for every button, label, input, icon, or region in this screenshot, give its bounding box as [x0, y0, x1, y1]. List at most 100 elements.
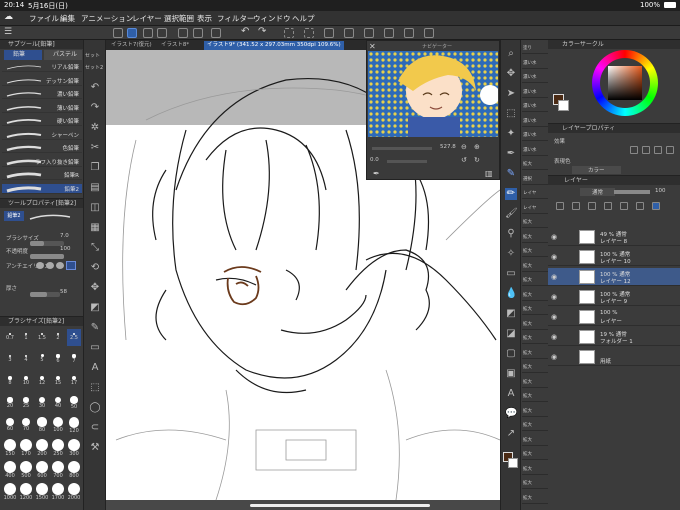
- brush-size-option[interactable]: 200: [35, 439, 49, 457]
- eye-icon[interactable]: ◉: [551, 233, 557, 241]
- brush-size-option[interactable]: 6: [51, 351, 65, 368]
- hamburger-button[interactable]: [113, 28, 123, 38]
- snap-button[interactable]: [424, 28, 434, 38]
- trash-icon[interactable]: ▥: [485, 169, 493, 178]
- eraser-tool-icon[interactable]: ▭: [505, 268, 517, 280]
- operation-tool-icon[interactable]: ➤: [505, 88, 517, 100]
- quick-brush-item[interactable]: 拡大: [522, 347, 548, 359]
- brush-size-option[interactable]: 10: [19, 373, 33, 390]
- eyedropper-icon[interactable]: ✒: [373, 169, 380, 178]
- brush-item[interactable]: リアル鉛筆: [2, 62, 82, 72]
- move-tool-icon[interactable]: ✥: [505, 68, 517, 80]
- quick-brush-item[interactable]: 濃い水: [522, 129, 548, 141]
- invert-selection-button[interactable]: [324, 28, 334, 38]
- decoration-icon[interactable]: ✧: [505, 248, 517, 260]
- blend-tool-icon[interactable]: 💧: [505, 288, 517, 300]
- quick-brush-item[interactable]: 拡大: [522, 419, 548, 431]
- layer-row[interactable]: ◉ 100 % 通常 レイヤー 10: [548, 248, 680, 266]
- layer-action-2[interactable]: [572, 202, 580, 210]
- quick-brush-item[interactable]: 濃い水: [522, 57, 548, 69]
- brush-size-option[interactable]: 60: [3, 417, 17, 434]
- quick-brush-item[interactable]: 塗り: [522, 42, 548, 54]
- quick-brush-item[interactable]: 拡大: [522, 492, 548, 504]
- menu-selection[interactable]: 選択範囲: [164, 13, 194, 24]
- brush-size-option[interactable]: 2000: [67, 483, 81, 501]
- frame-icon[interactable]: ▣: [505, 368, 517, 380]
- menu-edit[interactable]: 編集: [60, 13, 75, 24]
- grid-icon[interactable]: ▦: [89, 222, 101, 234]
- quick-brush-item[interactable]: 濃い水: [522, 71, 548, 83]
- quick-brush-item[interactable]: 濃い水: [522, 144, 548, 156]
- close-icon[interactable]: ✕: [369, 42, 376, 51]
- brush-size-option[interactable]: 120: [67, 417, 81, 434]
- quick-brush-item[interactable]: 拡大: [522, 231, 548, 243]
- eraser-icon[interactable]: ▭: [89, 342, 101, 354]
- quick-brush-item[interactable]: レイヤ: [522, 187, 548, 199]
- brush-size-option[interactable]: 40: [51, 395, 65, 412]
- quick-brush-item[interactable]: 拡大: [522, 289, 548, 301]
- figure-icon[interactable]: ▢: [505, 348, 517, 360]
- pencil-tool-icon[interactable]: ✏: [505, 188, 517, 200]
- brush-size-option[interactable]: 17: [67, 373, 81, 390]
- menu-view[interactable]: 表示: [197, 13, 212, 24]
- quick-brush-item[interactable]: 濃い水: [522, 115, 548, 127]
- brush-size-option[interactable]: 12: [35, 373, 49, 390]
- eye-icon[interactable]: ◉: [551, 353, 557, 361]
- antialias-strong[interactable]: [66, 261, 76, 270]
- brush-size-option[interactable]: 0.7: [3, 329, 17, 346]
- quick-brush-item[interactable]: 拡大: [522, 477, 548, 489]
- rotation-slider[interactable]: [387, 160, 427, 163]
- antialias-weak[interactable]: [46, 262, 54, 269]
- pen-tool-icon[interactable]: ✎: [505, 168, 517, 180]
- layer-row[interactable]: ◉ 100 % 通常 レイヤー 12: [548, 268, 680, 286]
- rotate-right-icon[interactable]: ↻: [474, 156, 480, 164]
- clear-button[interactable]: [384, 28, 394, 38]
- brush-size-option[interactable]: 25: [19, 395, 33, 412]
- brush-tool-icon[interactable]: 🖌: [505, 208, 518, 220]
- layer-row[interactable]: ◉ 19 % 通常 フォルダー 1: [548, 328, 680, 346]
- sub-color-swatch[interactable]: [508, 458, 518, 468]
- quick-brush-item[interactable]: 濃い水: [522, 86, 548, 98]
- move-icon[interactable]: ✥: [89, 282, 101, 294]
- quick-brush-item[interactable]: 拡大: [522, 260, 548, 272]
- brush-item[interactable]: 鉛筆R: [2, 170, 82, 180]
- brush-size-option[interactable]: 8: [3, 373, 17, 390]
- effect-color-button[interactable]: [666, 146, 674, 154]
- set-tab-1[interactable]: セット: [85, 52, 100, 59]
- layer-row[interactable]: ◉ 100 % 通常 レイヤー 9: [548, 288, 680, 306]
- layer-action-7[interactable]: [652, 202, 660, 210]
- menu-help[interactable]: ヘルプ: [292, 13, 315, 24]
- brush-item[interactable]: ラフ入り抜き鉛筆: [2, 157, 82, 167]
- circle-icon[interactable]: ◯: [89, 402, 101, 414]
- correct-line-icon[interactable]: ↗: [505, 428, 517, 440]
- pen-tool-button[interactable]: [127, 28, 137, 38]
- quick-brush-item[interactable]: 拡大: [522, 245, 548, 257]
- menu-file[interactable]: ファイル: [29, 13, 59, 24]
- brush-size-option[interactable]: 2.5: [67, 329, 81, 346]
- wrench-icon[interactable]: ⚒: [89, 442, 101, 454]
- quick-brush-item[interactable]: 選択: [522, 173, 548, 185]
- brush-item[interactable]: シャーペン: [2, 130, 82, 140]
- quick-brush-item[interactable]: 拡大: [522, 361, 548, 373]
- crop-button[interactable]: [193, 28, 203, 38]
- layer-action-6[interactable]: [636, 202, 644, 210]
- opacity-slider[interactable]: [30, 254, 64, 259]
- menu-filter[interactable]: フィルター: [217, 13, 254, 24]
- brush-size-option[interactable]: 20: [3, 395, 17, 412]
- gear-icon[interactable]: ✲: [89, 122, 101, 134]
- quick-brush-item[interactable]: 濃い水: [522, 100, 548, 112]
- brush-size-option[interactable]: 500: [19, 461, 33, 479]
- redo-icon[interactable]: ↷: [258, 26, 266, 37]
- eyedropper-tool-icon[interactable]: ✒: [505, 148, 517, 160]
- eye-icon[interactable]: ◉: [551, 293, 557, 301]
- brush-size-option[interactable]: 150: [3, 439, 17, 457]
- selection-icon[interactable]: ⬚: [89, 382, 101, 394]
- app-logo-icon[interactable]: ☁: [4, 12, 13, 22]
- thickness-slider[interactable]: [30, 292, 60, 297]
- select-all-button[interactable]: [284, 28, 294, 38]
- menu-layer[interactable]: レイヤー: [132, 13, 162, 24]
- quick-brush-item[interactable]: 拡大: [522, 274, 548, 286]
- zoom-tool-icon[interactable]: ⌕: [505, 48, 517, 60]
- brush-item[interactable]: デッサン鉛筆: [2, 76, 82, 86]
- cut-icon[interactable]: ✂: [89, 142, 101, 154]
